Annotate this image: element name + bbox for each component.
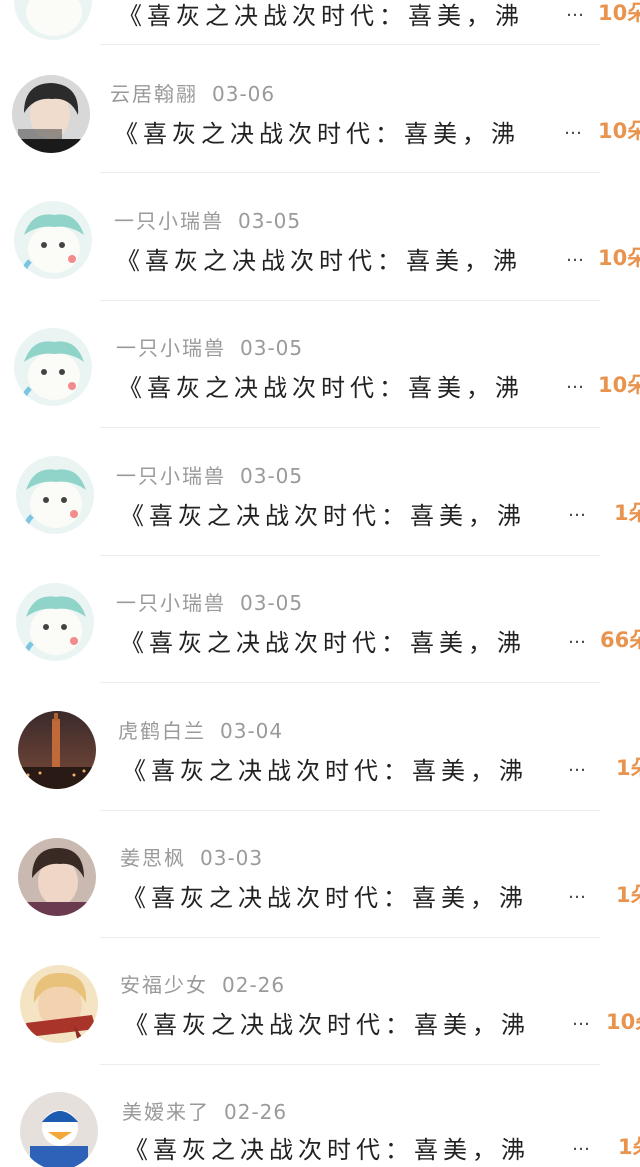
message-date: 03-04	[220, 719, 284, 743]
sender-name[interactable]: 美嫒来了	[122, 1100, 210, 1124]
sender-name[interactable]: 一只小瑞兽	[114, 209, 224, 233]
sender-name[interactable]: 虎鹤白兰	[118, 719, 206, 743]
list-item[interactable]: 美嫒来了 02-26 《喜灰之决战次时代：喜美，沸 … 1朵	[0, 1064, 640, 1167]
gift-message-list: 《喜灰之决战次时代：喜美，沸 … 10朵 云居翰翮 03-06 《喜灰之决战次时代…	[0, 0, 640, 1167]
list-item[interactable]: 一只小瑞兽 03-05 《喜灰之决战次时代：喜美，沸 … 66朵	[0, 555, 640, 683]
message-title: 《喜灰之决战次时代：喜美，沸	[120, 629, 526, 657]
message-title: 《喜灰之决战次时代：喜美，沸	[124, 1136, 530, 1164]
message-meta: 安福少女 02-26	[120, 969, 285, 998]
message-title: 《喜灰之决战次时代：喜美，沸	[118, 374, 524, 402]
flower-count: 1朵	[616, 883, 640, 907]
message-date: 03-05	[240, 336, 304, 360]
cat-avatar[interactable]	[16, 456, 94, 534]
message-date: 03-05	[238, 209, 302, 233]
message-meta: 云居翰翮 03-06	[110, 78, 275, 107]
list-item[interactable]: 一只小瑞兽 03-05 《喜灰之决战次时代：喜美，沸 … 10朵	[0, 173, 640, 301]
list-item[interactable]: 云居翰翮 03-06 《喜灰之决战次时代：喜美，沸 … 10朵	[0, 45, 640, 173]
message-meta: 姜思枫 03-03	[120, 842, 263, 871]
flower-count: 10朵	[598, 373, 640, 397]
message-meta: 一只小瑞兽 03-05	[116, 332, 303, 361]
ellipsis: …	[566, 245, 584, 266]
flower-count: 1朵	[616, 756, 640, 780]
flower-count: 10朵	[598, 1, 640, 25]
message-title: 《喜灰之决战次时代：喜美，沸	[120, 502, 526, 530]
list-item[interactable]: 《喜灰之决战次时代：喜美，沸 … 10朵	[0, 0, 640, 45]
ellipsis: …	[566, 0, 584, 21]
ellipsis: …	[568, 755, 586, 776]
message-meta: 虎鹤白兰 03-04	[118, 715, 283, 744]
sender-name[interactable]: 一只小瑞兽	[116, 591, 226, 615]
flower-count: 10朵	[598, 246, 640, 270]
message-date: 03-05	[240, 464, 304, 488]
cat-avatar[interactable]	[14, 328, 92, 406]
sender-name[interactable]: 一只小瑞兽	[116, 336, 226, 360]
sender-name[interactable]: 安福少女	[120, 973, 208, 997]
cat-avatar[interactable]	[14, 0, 92, 40]
message-date: 03-05	[240, 591, 304, 615]
message-title: 《喜灰之决战次时代：喜美，沸	[118, 2, 524, 30]
ellipsis: …	[572, 1134, 590, 1155]
message-meta: 一只小瑞兽 03-05	[116, 460, 303, 489]
flower-count: 1朵	[614, 501, 640, 525]
sender-name[interactable]: 姜思枫	[120, 846, 186, 870]
flower-count: 66朵	[600, 628, 640, 652]
ellipsis: …	[572, 1009, 590, 1030]
message-date: 03-03	[200, 846, 264, 870]
list-item[interactable]: 姜思枫 03-03 《喜灰之决战次时代：喜美，沸 … 1朵	[0, 810, 640, 938]
tower-avatar[interactable]	[18, 711, 96, 789]
ellipsis: …	[568, 500, 586, 521]
sender-name[interactable]: 一只小瑞兽	[116, 464, 226, 488]
message-title: 《喜灰之决战次时代：喜美，沸	[122, 757, 528, 785]
message-title: 《喜灰之决战次时代：喜美，沸	[122, 884, 528, 912]
flower-count: 10朵	[598, 119, 640, 143]
ellipsis: …	[564, 118, 582, 139]
cat-avatar[interactable]	[14, 201, 92, 279]
boy-avatar[interactable]	[12, 75, 90, 153]
message-title: 《喜灰之决战次时代：喜美，沸	[114, 120, 520, 148]
list-item[interactable]: 一只小瑞兽 03-05 《喜灰之决战次时代：喜美，沸 … 1朵	[0, 428, 640, 556]
list-item[interactable]: 一只小瑞兽 03-05 《喜灰之决战次时代：喜美，沸 … 10朵	[0, 300, 640, 428]
ellipsis: …	[568, 627, 586, 648]
ellipsis: …	[566, 372, 584, 393]
message-meta: 一只小瑞兽 03-05	[116, 587, 303, 616]
boy2-avatar[interactable]	[18, 838, 96, 916]
message-title: 《喜灰之决战次时代：喜美，沸	[116, 247, 522, 275]
message-meta: 一只小瑞兽 03-05	[114, 205, 301, 234]
flower-count: 10朵	[606, 1010, 640, 1034]
message-date: 03-06	[212, 82, 276, 106]
scarf-avatar[interactable]	[20, 965, 98, 1043]
message-date: 02-26	[224, 1100, 288, 1124]
message-title: 《喜灰之决战次时代：喜美，沸	[124, 1011, 530, 1039]
ellipsis: …	[568, 882, 586, 903]
sender-name[interactable]: 云居翰翮	[110, 82, 198, 106]
message-meta: 美嫒来了 02-26	[122, 1096, 287, 1125]
duck-avatar[interactable]	[20, 1092, 98, 1167]
flower-count: 1朵	[618, 1135, 640, 1159]
list-item[interactable]: 安福少女 02-26 《喜灰之决战次时代：喜美，沸 … 10朵	[0, 937, 640, 1065]
message-date: 02-26	[222, 973, 286, 997]
cat-avatar[interactable]	[16, 583, 94, 661]
list-item[interactable]: 虎鹤白兰 03-04 《喜灰之决战次时代：喜美，沸 … 1朵	[0, 683, 640, 811]
